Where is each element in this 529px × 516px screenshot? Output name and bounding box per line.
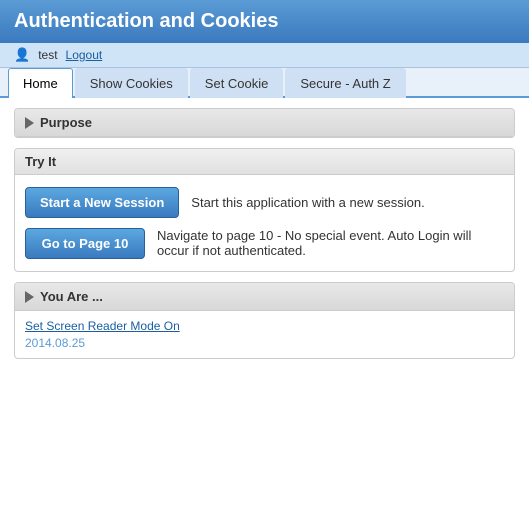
start-new-session-button[interactable]: Start a New Session <box>25 187 179 218</box>
you-are-section-header: You Are ... <box>15 283 514 311</box>
user-name: test <box>38 48 57 62</box>
you-are-title: You Are ... <box>40 289 103 304</box>
purpose-section: Purpose <box>14 108 515 138</box>
try-it-row-2: Go to Page 10 Navigate to page 10 - No s… <box>25 228 504 259</box>
try-it-row-1: Start a New Session Start this applicati… <box>25 187 504 218</box>
version-text: 2014.08.25 <box>25 336 85 350</box>
you-are-body: Set Screen Reader Mode On 2014.08.25 <box>15 311 514 358</box>
tab-secure-authz[interactable]: Secure - Auth Z <box>285 68 405 98</box>
expand-icon <box>25 117 34 129</box>
go-to-page-10-desc: Navigate to page 10 - No special event. … <box>157 228 504 258</box>
tab-show-cookies[interactable]: Show Cookies <box>75 68 188 98</box>
screen-reader-link[interactable]: Set Screen Reader Mode On <box>25 319 504 333</box>
start-session-desc: Start this application with a new sessio… <box>191 195 424 210</box>
tab-home[interactable]: Home <box>8 68 73 98</box>
you-are-section: You Are ... Set Screen Reader Mode On 20… <box>14 282 515 359</box>
purpose-title: Purpose <box>40 115 92 130</box>
try-it-header: Try It <box>15 149 514 175</box>
tab-set-cookie[interactable]: Set Cookie <box>190 68 284 98</box>
tab-bar: Home Show Cookies Set Cookie Secure - Au… <box>0 68 529 98</box>
page-header: Authentication and Cookies <box>0 0 529 43</box>
user-bar: 👤 test Logout <box>0 43 529 68</box>
logout-link[interactable]: Logout <box>66 48 103 62</box>
try-it-body: Start a New Session Start this applicati… <box>15 175 514 271</box>
expand-icon-2 <box>25 291 34 303</box>
purpose-section-header: Purpose <box>15 109 514 137</box>
try-it-section: Try It Start a New Session Start this ap… <box>14 148 515 272</box>
go-to-page-10-button[interactable]: Go to Page 10 <box>25 228 145 259</box>
main-content: Purpose Try It Start a New Session Start… <box>0 98 529 379</box>
user-icon: 👤 <box>14 47 30 63</box>
page-title: Authentication and Cookies <box>14 10 278 32</box>
